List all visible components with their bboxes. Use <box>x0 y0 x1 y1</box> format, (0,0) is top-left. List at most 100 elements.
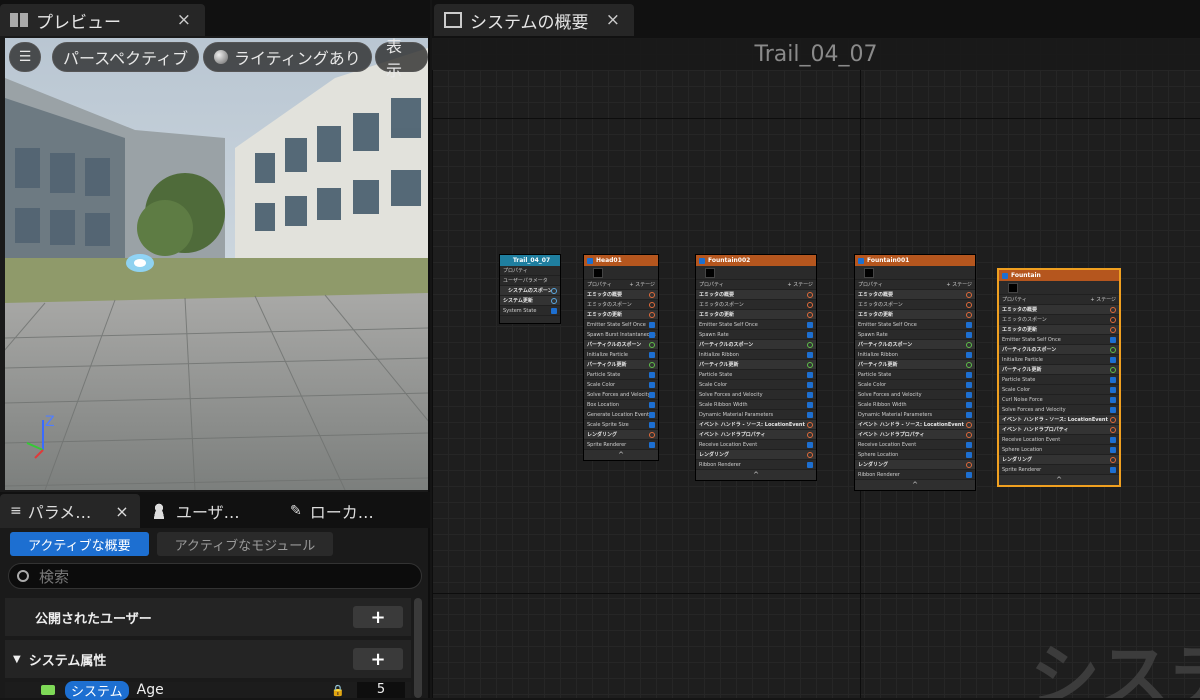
node-row[interactable]: イベント ハンドラ - ソース: LocationEvent <box>855 420 975 430</box>
enable-checkbox[interactable] <box>858 257 864 264</box>
perspective-button[interactable]: パースペクティブ <box>52 42 200 72</box>
node-row[interactable]: イベント ハンドラ - ソース: LocationEvent <box>696 420 816 430</box>
node-row[interactable]: プロパティ + ステージ <box>999 295 1119 305</box>
node-row[interactable]: Scale Ribbon Width <box>855 400 975 410</box>
published-user-row[interactable]: 公開されたユーザー + <box>5 598 411 636</box>
emitter-node-fountain002[interactable]: Fountain002 プロパティ + ステージ エミッタの概要 エミッタのスポーン エミ… <box>695 254 817 481</box>
close-icon[interactable]: × <box>177 10 191 30</box>
node-row[interactable]: パーティクルのスポーン <box>696 340 816 350</box>
node-row[interactable]: Solve Forces and Velocity <box>855 390 975 400</box>
expand-node-button[interactable]: ^ <box>999 475 1119 485</box>
node-row[interactable]: Spawn Rate <box>855 330 975 340</box>
emitter-node-title[interactable]: Fountain <box>999 270 1119 281</box>
node-row[interactable]: Scale Ribbon Width <box>696 400 816 410</box>
active-modules-tab[interactable]: アクティブなモジュール <box>156 532 334 556</box>
emitter-node-title[interactable]: Fountain002 <box>696 255 816 266</box>
enable-checkbox[interactable] <box>699 257 705 264</box>
node-row[interactable]: Scale Color <box>696 380 816 390</box>
tab-user[interactable]: ユーザ… <box>152 494 240 528</box>
node-row[interactable]: Particle State <box>999 375 1119 385</box>
node-graph[interactable]: Trail_04_07 システ Trail_04_07 プロパティ ユーザーパラ… <box>432 38 1200 698</box>
node-row[interactable]: パーティクルのスポーン <box>855 340 975 350</box>
node-row[interactable]: Sphere Location <box>855 450 975 460</box>
node-row[interactable]: イベント ハンドラプロパティ <box>855 430 975 440</box>
node-row[interactable]: Initialize Particle <box>999 355 1119 365</box>
node-row[interactable]: Solve Forces and Velocity <box>999 405 1119 415</box>
search-input[interactable]: 検索 <box>8 563 422 589</box>
node-row[interactable]: システム更新 <box>500 296 560 306</box>
node-row[interactable]: エミッタの概要 <box>999 305 1119 315</box>
node-row[interactable]: イベント ハンドラプロパティ <box>696 430 816 440</box>
node-row[interactable]: エミッタの概要 <box>696 290 816 300</box>
node-row[interactable]: Scale Color <box>999 385 1119 395</box>
emitter-node-head[interactable]: Head01 プロパティ + ステージ エミッタの概要 エミッタのスポーン エミッタの更新… <box>583 254 659 461</box>
enable-checkbox[interactable] <box>587 257 593 264</box>
node-row[interactable]: パーティクル更新 <box>584 360 658 370</box>
node-row[interactable]: エミッタのスポーン <box>999 315 1119 325</box>
system-attributes-row[interactable]: ▼ システム属性 + <box>5 640 411 678</box>
node-row[interactable]: Dynamic Material Parameters <box>696 410 816 420</box>
node-row[interactable]: プロパティ + ステージ <box>696 280 816 290</box>
tab-system-overview[interactable]: システムの概要 × <box>434 4 634 36</box>
close-icon[interactable]: × <box>115 502 128 521</box>
active-overview-tab[interactable]: アクティブな概要 <box>10 532 149 556</box>
node-row[interactable]: System State <box>500 306 560 316</box>
node-row[interactable]: レンダリング <box>696 450 816 460</box>
node-row[interactable]: パーティクル更新 <box>696 360 816 370</box>
node-row[interactable]: Sprite Renderer <box>999 465 1119 475</box>
node-row[interactable]: エミッタの概要 <box>584 290 658 300</box>
node-row[interactable]: Emitter State Self Once <box>999 335 1119 345</box>
tab-preview[interactable]: プレビュー × <box>0 4 205 36</box>
node-row[interactable]: Dynamic Material Parameters <box>855 410 975 420</box>
expand-node-button[interactable]: ^ <box>696 470 816 480</box>
params-scrollbar[interactable] <box>414 598 422 698</box>
node-row[interactable]: Receive Location Event <box>855 440 975 450</box>
node-row[interactable]: エミッタの更新 <box>696 310 816 320</box>
tab-parameters[interactable]: ≡ パラメ… × <box>0 494 140 528</box>
node-row[interactable]: レンダリング <box>855 460 975 470</box>
preview-viewport[interactable]: Z ☰ パースペクティブ ライティングあり 表示 <box>5 38 428 490</box>
node-row[interactable]: イベント ハンドラ - ソース: LocationEvent <box>999 415 1119 425</box>
node-row[interactable]: Ribbon Renderer <box>855 470 975 480</box>
node-row[interactable]: エミッタの更新 <box>855 310 975 320</box>
node-row[interactable]: Scale Sprite Size <box>584 420 658 430</box>
node-row[interactable]: Emitter State Self Once <box>696 320 816 330</box>
node-row[interactable]: Particle State <box>584 370 658 380</box>
node-row[interactable]: Emitter State Self Once <box>855 320 975 330</box>
close-icon[interactable]: × <box>606 10 620 30</box>
system-node[interactable]: Trail_04_07 プロパティ ユーザーパラメータ システムのスポーン シス… <box>499 254 561 324</box>
lighting-button[interactable]: ライティングあり <box>203 42 372 72</box>
node-row[interactable]: Sprite Renderer <box>584 440 658 450</box>
node-row[interactable]: パーティクル更新 <box>855 360 975 370</box>
add-system-attribute-button[interactable]: + <box>353 648 403 670</box>
node-row[interactable]: Sphere Location <box>999 445 1119 455</box>
node-row[interactable]: Emitter State Self Once <box>584 320 658 330</box>
node-row[interactable]: エミッタの更新 <box>584 310 658 320</box>
expand-node-button[interactable]: ^ <box>855 480 975 490</box>
node-row[interactable]: Particle State <box>855 370 975 380</box>
emitter-node-fountain[interactable]: Fountain プロパティ + ステージ エミッタの概要 エミッタのスポーン エミッタの… <box>997 268 1121 487</box>
node-row[interactable]: Initialize Ribbon <box>855 350 975 360</box>
node-row[interactable]: Scale Color <box>584 380 658 390</box>
node-row[interactable]: Initialize Particle <box>584 350 658 360</box>
node-row[interactable]: エミッタのスポーン <box>855 300 975 310</box>
node-row[interactable]: エミッタのスポーン <box>696 300 816 310</box>
viewport-menu-button[interactable]: ☰ <box>9 42 41 72</box>
emitter-node-title[interactable]: Fountain001 <box>855 255 975 266</box>
node-row[interactable]: Solve Forces and Velocity <box>584 390 658 400</box>
node-row[interactable]: パーティクル更新 <box>999 365 1119 375</box>
node-row[interactable]: イベント ハンドラプロパティ <box>999 425 1119 435</box>
node-row[interactable]: パーティクルのスポーン <box>584 340 658 350</box>
show-button[interactable]: 表示 <box>375 38 428 80</box>
node-row[interactable]: Generate Location Event <box>584 410 658 420</box>
node-row[interactable]: Solve Forces and Velocity <box>696 390 816 400</box>
node-row[interactable]: ユーザーパラメータ <box>500 276 560 286</box>
node-row[interactable]: プロパティ + ステージ <box>584 280 658 290</box>
node-row[interactable]: Receive Location Event <box>999 435 1119 445</box>
node-row[interactable]: Scale Color <box>855 380 975 390</box>
add-user-param-button[interactable]: + <box>353 606 403 628</box>
node-row[interactable]: パーティクルのスポーン <box>999 345 1119 355</box>
node-row[interactable]: レンダリング <box>584 430 658 440</box>
node-row[interactable]: Initialize Ribbon <box>696 350 816 360</box>
node-row[interactable]: エミッタのスポーン <box>584 300 658 310</box>
